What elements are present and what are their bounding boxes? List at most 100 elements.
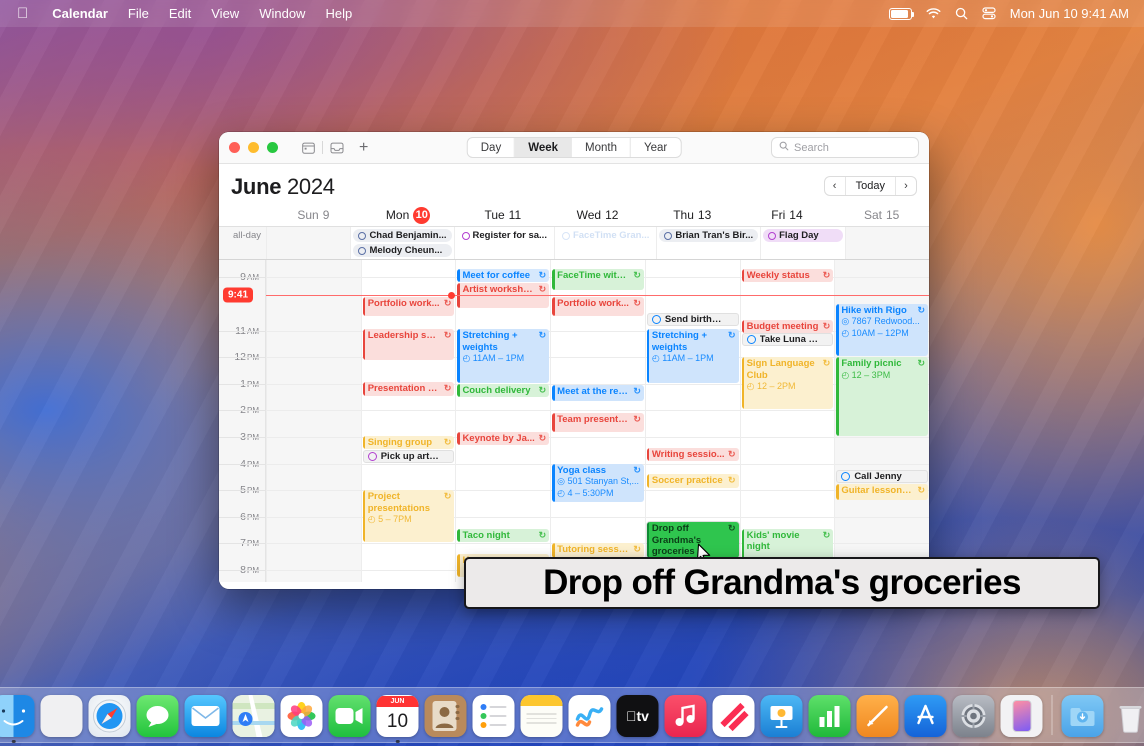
- calendar-event[interactable]: Couch delivery↻: [457, 384, 549, 397]
- day-column-4[interactable]: Send birthday... Stretching + weights◴ 11…: [645, 260, 740, 582]
- previous-week-button[interactable]: ‹: [825, 177, 845, 196]
- day-header-fri[interactable]: Fri14: [740, 208, 835, 222]
- inbox-icon[interactable]: [325, 137, 349, 159]
- today-button[interactable]: Today: [845, 177, 896, 196]
- dock-item-photos[interactable]: [281, 695, 323, 737]
- day-column-5[interactable]: Weekly status↻ Budget meeting↻Take Luna t…: [740, 260, 835, 582]
- view-tab-month[interactable]: Month: [572, 138, 631, 158]
- dock-item-reminders[interactable]: [473, 695, 515, 737]
- search-icon[interactable]: [955, 7, 968, 20]
- wifi-icon[interactable]: [926, 8, 941, 20]
- dock-item-appletv[interactable]: tv: [617, 695, 659, 737]
- close-button[interactable]: [229, 142, 240, 153]
- dock-item-keynote[interactable]: [761, 695, 803, 737]
- control-center-icon[interactable]: [982, 7, 996, 20]
- calendar-event[interactable]: Keynote by Ja...↻: [457, 432, 549, 445]
- reminder-checkbox[interactable]: [368, 452, 377, 461]
- dock-item-mail[interactable]: [185, 695, 227, 737]
- calendar-event[interactable]: Family picnic◴ 12 – 3PM↻: [836, 357, 928, 436]
- dock-item-safari[interactable]: [89, 695, 131, 737]
- menu-item-calendar[interactable]: Calendar: [42, 6, 118, 21]
- reminder-checkbox[interactable]: [747, 335, 756, 344]
- day-column-3[interactable]: FaceTime with...↻ Portfolio work...↻ Meet …: [550, 260, 645, 582]
- day-header-sat[interactable]: Sat15: [834, 208, 929, 222]
- dock-item-appstore[interactable]: [905, 695, 947, 737]
- view-tab-day[interactable]: Day: [468, 138, 515, 158]
- day-header-tue[interactable]: Tue11: [455, 208, 550, 222]
- menu-item-view[interactable]: View: [201, 6, 249, 21]
- all-day-event[interactable]: Register for sa...: [457, 229, 552, 242]
- day-column-2[interactable]: Meet for coffee↻Artist worksho...↻Stretc…: [455, 260, 550, 582]
- calendar-event[interactable]: Stretching + weights◴ 11AM – 1PM↻: [457, 329, 549, 383]
- dock-item-numbers[interactable]: [809, 695, 851, 737]
- dock-item-iphone-mirroring[interactable]: [1001, 695, 1043, 737]
- all-day-event[interactable]: Brian Tran's Bir...: [659, 229, 758, 242]
- day-column-0[interactable]: [266, 260, 361, 582]
- calendar-event[interactable]: Weekly status↻: [742, 269, 834, 282]
- calendar-event[interactable]: Guitar lessons...↻: [836, 484, 928, 500]
- menu-item-file[interactable]: File: [118, 6, 159, 21]
- dock-item-downloads[interactable]: [1062, 695, 1104, 737]
- dock-item-contacts[interactable]: [425, 695, 467, 737]
- dock-item-maps[interactable]: [233, 695, 275, 737]
- calendar-icon[interactable]: [296, 137, 320, 159]
- dock-item-music[interactable]: [665, 695, 707, 737]
- dock-item-pages[interactable]: [857, 695, 899, 737]
- menu-bar-clock[interactable]: Mon Jun 10 9:41 AM: [1010, 6, 1129, 21]
- calendar-event[interactable]: Singing group↻: [363, 436, 455, 449]
- calendar-event[interactable]: FaceTime with...↻: [552, 269, 644, 289]
- reminder-event[interactable]: Pick up arts &...: [363, 450, 455, 463]
- maximize-button[interactable]: [267, 142, 278, 153]
- view-tab-week[interactable]: Week: [515, 138, 572, 158]
- minimize-button[interactable]: [248, 142, 259, 153]
- calendar-event[interactable]: Meet for coffee↻: [457, 269, 549, 282]
- dock-item-launchpad[interactable]: [41, 695, 83, 737]
- plus-icon[interactable]: +: [359, 140, 368, 156]
- all-day-event[interactable]: Melody Cheun...: [353, 244, 451, 257]
- calendar-event[interactable]: Project presentations◴ 5 – 7PM↻: [363, 490, 455, 542]
- reminder-event[interactable]: Send birthday...: [647, 313, 739, 326]
- day-header-thu[interactable]: Thu13: [645, 208, 740, 222]
- calendar-event[interactable]: Sign Language Club◴ 12 – 2PM↻: [742, 357, 834, 409]
- dock-item-trash[interactable]: [1110, 695, 1144, 737]
- menu-item-help[interactable]: Help: [315, 6, 362, 21]
- calendar-event[interactable]: Hike with Rigo◎ 7867 Redwood...◴ 10AM – …: [836, 304, 928, 356]
- day-header-sun[interactable]: Sun9: [266, 208, 361, 222]
- calendar-event[interactable]: Meet at the res...↻: [552, 385, 644, 401]
- battery-icon[interactable]: [889, 8, 912, 20]
- calendar-event[interactable]: Budget meeting↻: [742, 320, 834, 333]
- day-column-6[interactable]: Hike with Rigo◎ 7867 Redwood...◴ 10AM – …: [834, 260, 929, 582]
- search-field[interactable]: Search: [771, 137, 919, 158]
- dock-item-news[interactable]: [713, 695, 755, 737]
- dock-item-finder[interactable]: [0, 695, 35, 737]
- dock-item-messages[interactable]: [137, 695, 179, 737]
- all-day-event[interactable]: Chad Benjamin...: [353, 229, 451, 242]
- dock-item-settings[interactable]: [953, 695, 995, 737]
- dock-item-facetime[interactable]: [329, 695, 371, 737]
- apple-logo-icon[interactable]: : [17, 6, 28, 21]
- next-week-button[interactable]: ›: [896, 177, 916, 196]
- day-header-mon[interactable]: Mon10: [361, 207, 456, 224]
- calendar-event[interactable]: Portfolio work...↻: [552, 297, 644, 316]
- calendar-event[interactable]: Writing sessio...↻: [647, 448, 739, 462]
- all-day-event[interactable]: Flag Day: [763, 229, 842, 242]
- menu-item-window[interactable]: Window: [249, 6, 315, 21]
- dock-item-notes[interactable]: [521, 695, 563, 737]
- view-tab-year[interactable]: Year: [631, 138, 680, 158]
- calendar-event[interactable]: Taco night↻: [457, 529, 549, 543]
- day-header-wed[interactable]: Wed12: [550, 208, 645, 222]
- calendar-event[interactable]: Presentation p...↻: [363, 382, 455, 396]
- calendar-event[interactable]: Leadership skil...↻: [363, 329, 455, 360]
- all-day-event[interactable]: FaceTime Gran...: [557, 229, 654, 242]
- reminder-checkbox[interactable]: [841, 472, 850, 481]
- calendar-event[interactable]: Yoga class◎ 501 Stanyan St,...◴ 4 – 5:30…: [552, 464, 644, 503]
- reminder-event[interactable]: Take Luna to th...: [742, 333, 834, 346]
- calendar-event[interactable]: Team presenta...↻: [552, 413, 644, 432]
- calendar-event[interactable]: Stretching + weights◴ 11AM – 1PM↻: [647, 329, 739, 383]
- dock-item-freeform[interactable]: [569, 695, 611, 737]
- reminder-checkbox[interactable]: [652, 315, 661, 324]
- reminder-event[interactable]: Call Jenny: [836, 470, 928, 483]
- dock-item-calendar[interactable]: JUN10: [377, 695, 419, 737]
- menu-item-edit[interactable]: Edit: [159, 6, 201, 21]
- day-column-1[interactable]: Portfolio work...↻Leadership skil...↻Pre…: [361, 260, 456, 582]
